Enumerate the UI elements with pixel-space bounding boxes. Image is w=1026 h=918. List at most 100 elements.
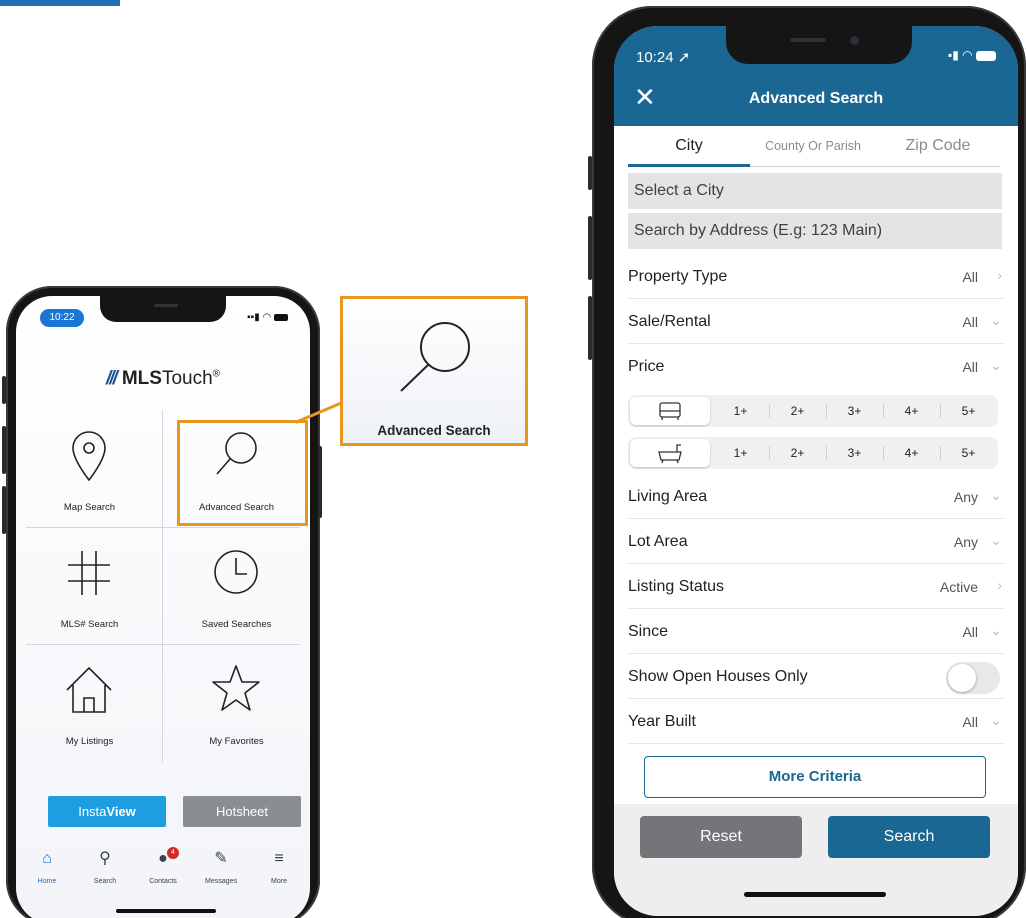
tab-more[interactable]: ≡ More [250,844,308,888]
row-price[interactable]: Price All ⌄ [628,344,1004,389]
right-phone-screen: 10:24 ➚ ▪▮ ◠ ✕ Advanced Search City Coun… [614,26,1018,916]
open-houses-toggle[interactable] [946,662,1000,694]
tab-search[interactable]: ⚲ Search [76,844,134,888]
right-phone: 10:24 ➚ ▪▮ ◠ ✕ Advanced Search City Coun… [588,6,1026,918]
volume-up-button [2,426,6,474]
row-label: Sale/Rental [628,313,711,330]
tile-label: My Favorites [209,736,264,747]
volume-up-button [588,216,592,280]
chevron-right-icon: › [997,577,1002,593]
left-phone-screen: 10:22 ▪▪▮ ◠ ///MLSTouch® Map Search Adva… [16,296,310,918]
tile-my-listings[interactable]: My Listings [16,644,163,761]
row-label: Living Area [628,488,708,505]
page-title: Advanced Search [748,90,884,107]
chevron-down-icon: ⌄ [990,622,1002,638]
tab-label: More [271,878,287,885]
tile-mls-number-search[interactable]: MLS# Search [16,527,163,644]
chevron-down-icon: ⌄ [990,487,1002,503]
bathrooms-any-segment[interactable] [630,439,710,467]
callout-label: Advanced Search [377,423,491,438]
map-pin-icon [72,431,106,482]
row-value: Active [939,579,978,595]
tab-contacts[interactable]: ● 4 Contacts [134,844,192,888]
brand-strip [0,0,120,6]
battery-icon [976,50,996,61]
row-value: All [962,624,978,640]
row-value: All [962,714,978,730]
contacts-icon: ● [158,850,168,867]
tab-home[interactable]: ⌂ Home [18,844,76,888]
magnifier-icon [400,322,470,392]
tile-label: MLS# Search [60,619,119,630]
search-button[interactable]: Search [828,816,990,858]
clock-icon [214,550,258,594]
bathrooms-option[interactable]: 3+ [826,437,883,469]
reset-button[interactable]: Reset [640,816,802,858]
advanced-search-highlight [177,420,308,526]
row-label: Show Open Houses Only [628,668,808,685]
bedrooms-option[interactable]: 1+ [712,395,769,427]
row-living-area[interactable]: Living Area Any ⌄ [628,474,1004,519]
row-lot-area[interactable]: Lot Area Any ⌄ [628,519,1004,564]
row-label: Lot Area [628,533,688,550]
mls-touch-logo: ///MLSTouch® [16,368,310,390]
instaview-button[interactable]: InstaView [48,796,166,827]
bathrooms-option[interactable]: 2+ [769,437,826,469]
bedrooms-option[interactable]: 3+ [826,395,883,427]
row-value: Any [953,489,978,505]
star-icon [212,665,260,711]
logo-brand: MLS [121,368,162,389]
tab-messages[interactable]: ✎ Messages [192,844,250,888]
home-indicator [744,892,886,897]
volume-down-button [2,486,6,534]
phone-notch [726,26,912,64]
tab-label: Messages [205,878,237,885]
tile-label: My Listings [65,736,114,747]
power-button [318,446,322,518]
row-listing-status[interactable]: Listing Status Active › [628,564,1004,609]
mls-stripes-logo-icon: /// [105,368,118,389]
home-indicator [116,909,216,913]
row-property-type[interactable]: Property Type All › [628,254,1004,299]
address-search-input[interactable]: Search by Address (E.g: 123 Main) [628,213,1002,249]
row-year-built[interactable]: Year Built All ⌄ [628,699,1004,744]
hotsheet-button[interactable]: Hotsheet [183,796,301,827]
hashtag-icon [68,551,110,595]
select-city-field[interactable]: Select a City [628,173,1002,209]
row-open-houses: Show Open Houses Only [628,654,1004,699]
bathrooms-selector: 1+ 2+ 3+ 4+ 5+ [628,437,998,469]
tab-zip-code[interactable]: Zip Code [876,126,1000,166]
contacts-badge: 4 [167,847,179,859]
left-phone: 10:22 ▪▪▮ ◠ ///MLSTouch® Map Search Adva… [2,286,322,918]
bathrooms-option[interactable]: 4+ [883,437,940,469]
tab-label: Search [93,878,117,885]
bedrooms-option[interactable]: 5+ [940,395,997,427]
bedrooms-option[interactable]: 2+ [769,395,826,427]
bathrooms-option[interactable]: 1+ [712,437,769,469]
search-map-icon: ⚲ [99,850,111,867]
row-value: All [962,269,978,285]
phone-notch [100,296,226,322]
tile-map-search[interactable]: Map Search [16,410,163,527]
more-criteria-button[interactable]: More Criteria [644,756,986,798]
chevron-down-icon: ⌄ [990,312,1002,328]
row-label: Price [628,358,665,375]
bedrooms-any-segment[interactable] [630,397,710,425]
status-time-value: 10:24 [636,49,674,66]
tile-saved-searches[interactable]: Saved Searches [163,527,310,644]
signal-icon: ▪▮ [947,48,959,62]
bed-icon [659,402,681,420]
messages-icon: ✎ [214,850,228,867]
house-icon [66,666,112,713]
bathrooms-option[interactable]: 5+ [940,437,997,469]
tile-my-favorites[interactable]: My Favorites [163,644,310,761]
row-label: Property Type [628,268,728,285]
battery-icon [274,313,288,321]
tab-county-or-parish[interactable]: County Or Parish [750,126,876,166]
chevron-down-icon: ⌄ [990,357,1002,373]
instaview-bold: View [106,804,136,819]
bedrooms-option[interactable]: 4+ [883,395,940,427]
row-sale-rental[interactable]: Sale/Rental All ⌄ [628,299,1004,344]
row-since[interactable]: Since All ⌄ [628,609,1004,654]
tab-city[interactable]: City [628,126,750,166]
